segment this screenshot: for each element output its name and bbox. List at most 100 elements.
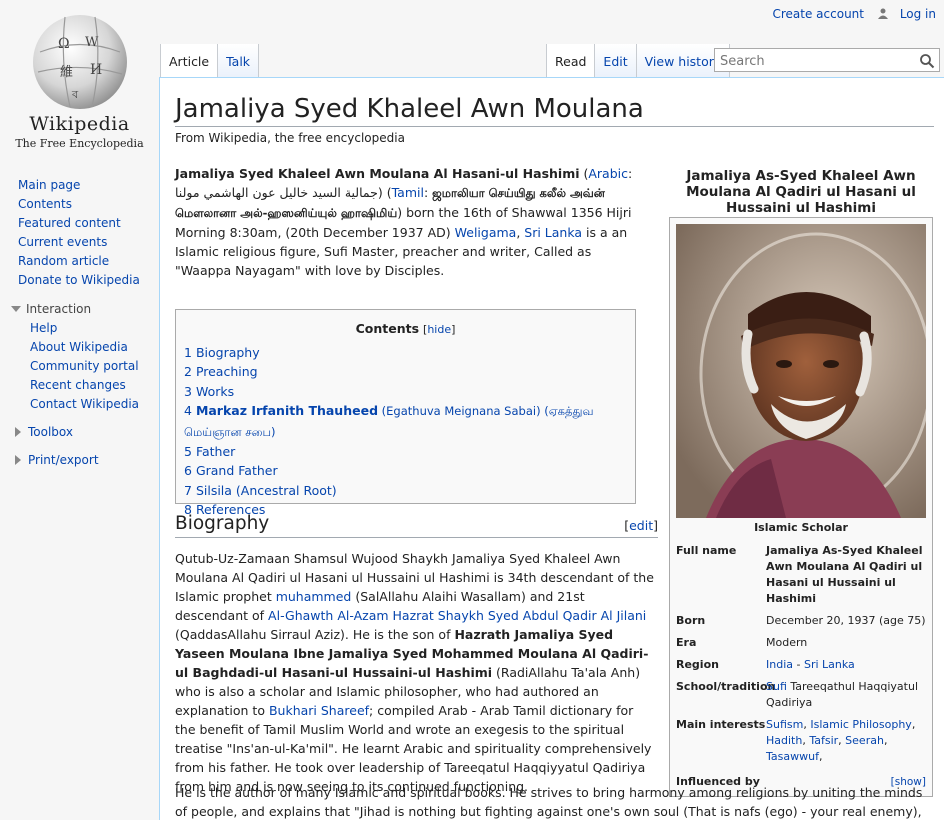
row-label: Main interests xyxy=(676,718,766,731)
toc-text: Silsila (Ancestral Root) xyxy=(195,482,337,498)
tab-read[interactable]: Read xyxy=(546,44,596,78)
arabic-link[interactable]: Arabic xyxy=(588,166,628,181)
weligama-link[interactable]: Weligama xyxy=(455,225,517,240)
india-link[interactable]: India xyxy=(766,658,793,671)
logo-wordmark: Wikipedia xyxy=(29,113,130,135)
sidebar-item-community-portal[interactable]: Community portal xyxy=(30,357,159,376)
sidebar-item-current-events[interactable]: Current events xyxy=(18,233,159,252)
row-label: Era xyxy=(676,636,697,649)
image-caption: Islamic Scholar xyxy=(754,521,848,534)
svg-text:W: W xyxy=(85,35,99,50)
interest-link[interactable]: Tasawwuf xyxy=(766,750,819,763)
text: (QaddasAllahu Sirraul Aziz). He is the s… xyxy=(175,627,455,642)
site-subtitle: From Wikipedia, the free encyclopedia xyxy=(175,131,405,145)
tab-edit[interactable]: Edit xyxy=(595,44,637,78)
sidebar-item-donate[interactable]: Donate to Wikipedia xyxy=(18,271,159,290)
toc-text: Biography xyxy=(195,345,260,360)
view-tabs: Read Edit View history xyxy=(546,44,731,78)
interest-link[interactable]: Hadith xyxy=(766,734,802,747)
wikipedia-logo[interactable]: Ω W И 維 ব Wikipedia The Free Encyclopedi… xyxy=(0,0,159,160)
row-label: Region xyxy=(676,658,719,671)
search-input[interactable] xyxy=(718,50,918,72)
lead-paragraph: Jamaliya Syed Khaleel Awn Moulana Al Has… xyxy=(175,166,633,278)
sri-lanka-link[interactable]: Sri Lanka xyxy=(804,658,855,671)
personal-tools: Create account Log in xyxy=(762,7,936,21)
toc-number: 4 xyxy=(184,403,192,419)
sidebar-item-featured-content[interactable]: Featured content xyxy=(18,214,159,233)
row-label: Born xyxy=(676,614,706,627)
interest-link[interactable]: Sufism xyxy=(766,718,803,731)
toc-number: 7 xyxy=(184,482,192,498)
toc-number: 3 xyxy=(184,383,192,399)
infobox-row-born: Born December 20, 1937 (age 75) xyxy=(670,610,932,632)
row-value: Sufism, Islamic Philosophy, Hadith, Tafs… xyxy=(766,718,916,763)
toolbox-label: Toolbox xyxy=(28,425,73,439)
infobox-row-full-name: Full name Jamaliya As-Syed Khaleel Awn M… xyxy=(670,540,932,610)
row-label: School/tradition xyxy=(676,680,776,693)
toc-item[interactable]: 3 Works xyxy=(184,382,627,401)
toc-bold-text: Markaz Irfanith Thauheed xyxy=(195,403,379,419)
toc-text: Father xyxy=(195,444,236,460)
portrait-photo[interactable] xyxy=(676,224,926,518)
section-title: Biography xyxy=(175,513,270,534)
namespace-tabs: Article Talk xyxy=(160,44,260,78)
tab-article[interactable]: Article xyxy=(160,44,219,78)
ghawth-link[interactable]: Al-Ghawth Al-Azam Hazrat Shaykh Syed Abd… xyxy=(268,608,646,623)
toc-text: Grand Father xyxy=(195,463,278,479)
toc-title-row: Contents [hide] xyxy=(184,319,627,339)
portrait-image xyxy=(676,224,926,518)
toc-item[interactable]: 1 Biography xyxy=(184,343,627,362)
toc-item[interactable]: 5 Father xyxy=(184,442,627,461)
interest-link[interactable]: Tafsir xyxy=(809,734,838,747)
toc-item[interactable]: 6 Grand Father xyxy=(184,461,627,480)
toc-text: Preaching xyxy=(195,364,258,380)
tab-talk[interactable]: Talk xyxy=(218,44,260,78)
toc-item[interactable]: 4 Markaz Irfanith Thauheed (Egathuva Mei… xyxy=(184,401,627,442)
sidebar-item-recent-changes[interactable]: Recent changes xyxy=(30,376,159,395)
create-account-link[interactable]: Create account xyxy=(772,7,864,21)
bukhari-link[interactable]: Bukhari Shareef xyxy=(269,703,369,718)
row-value: Sufi Tareeqathul Haqqiyatul Qadiriya xyxy=(766,679,926,711)
printexport-heading[interactable]: Print/export xyxy=(0,450,159,470)
toc-title: Contents xyxy=(355,321,420,336)
toc-number: 5 xyxy=(184,444,192,460)
search-icon[interactable] xyxy=(919,53,935,69)
sidebar-item-random-article[interactable]: Random article xyxy=(18,252,159,271)
sidebar-item-help[interactable]: Help xyxy=(30,319,159,338)
table-of-contents: Contents [hide] 1 Biography 2 Preaching 3… xyxy=(175,309,636,517)
toc-item[interactable]: 2 Preaching xyxy=(184,362,627,381)
section-heading-biography: Biography [edit] xyxy=(175,511,658,538)
toc-item[interactable]: 7 Silsila (Ancestral Root) xyxy=(184,481,627,500)
interaction-heading[interactable]: Interaction xyxy=(0,299,159,319)
section-edit-link[interactable]: [edit] xyxy=(624,513,658,539)
logo-tagline: The Free Encyclopedia xyxy=(15,137,144,150)
infobox-row-main-interests: Main interests Sufism, Islamic Philosoph… xyxy=(670,714,932,768)
expand-arrow-icon xyxy=(15,427,21,437)
interest-link[interactable]: Seerah xyxy=(845,734,884,747)
interaction-label: Interaction xyxy=(26,302,92,316)
toc-number: 6 xyxy=(184,463,192,479)
svg-text:Ω: Ω xyxy=(58,36,70,52)
sidebar-item-contact[interactable]: Contact Wikipedia xyxy=(30,395,159,414)
tamil-link[interactable]: Tamil xyxy=(392,185,424,200)
biography-paragraph-2: He is the author of many Islamic and spi… xyxy=(175,785,923,819)
toc-number: 1 xyxy=(184,345,192,360)
article-content: Jamaliya Syed Khaleel Awn Moulana From W… xyxy=(159,77,944,820)
sidebar-item-main-page[interactable]: Main page xyxy=(18,176,159,195)
sufi-link[interactable]: Sufi xyxy=(766,680,787,693)
sidebar-item-about[interactable]: About Wikipedia xyxy=(30,338,159,357)
region-separator: - xyxy=(793,658,804,671)
sidebar-item-contents[interactable]: Contents xyxy=(18,195,159,214)
interest-link[interactable]: Islamic Philosophy xyxy=(810,718,911,731)
row-value: India - Sri Lanka xyxy=(766,657,926,673)
infobox-row-region: Region India - Sri Lanka xyxy=(670,654,932,676)
sri-lanka-link[interactable]: Sri Lanka xyxy=(524,225,582,240)
infobox-caption: Jamaliya As-Syed Khaleel Awn Moulana Al … xyxy=(686,168,916,216)
puzzle-globe-icon: Ω W И 維 ব xyxy=(33,15,127,109)
muhammed-link[interactable]: muhammed xyxy=(276,589,352,604)
toolbox-heading[interactable]: Toolbox xyxy=(0,422,159,442)
toc-hide-toggle[interactable]: [hide] xyxy=(423,323,455,336)
collapse-arrow-icon xyxy=(11,306,21,312)
toc-hide-label: hide xyxy=(427,323,452,336)
login-link[interactable]: Log in xyxy=(877,7,936,21)
